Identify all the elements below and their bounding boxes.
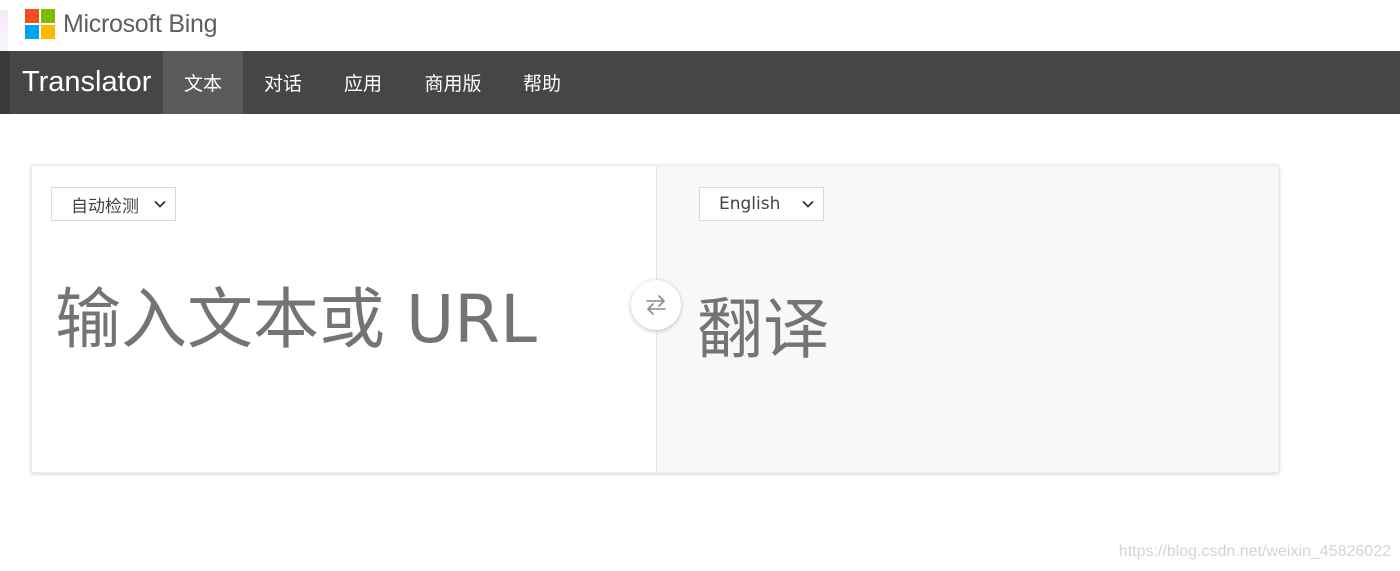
nav-tab-help[interactable]: 帮助 bbox=[503, 51, 581, 114]
chevron-down-icon bbox=[154, 200, 166, 208]
watermark: https://blog.csdn.net/weixin_45826022 bbox=[1118, 543, 1391, 560]
source-text-input[interactable]: 输入文本或 URL bbox=[55, 266, 537, 362]
source-pane: 自动检测 输入文本或 URL bbox=[32, 166, 656, 472]
source-language-label: 自动检测 bbox=[71, 196, 139, 217]
logo-square-red bbox=[25, 9, 39, 23]
source-language-select[interactable]: 自动检测 bbox=[51, 187, 176, 221]
target-pane: English 翻译 bbox=[656, 166, 1278, 472]
brand-name: Microsoft Bing bbox=[63, 9, 218, 38]
nav-left-strip bbox=[0, 51, 10, 114]
nav-tab-text[interactable]: 文本 bbox=[163, 51, 243, 114]
swap-languages-button[interactable] bbox=[631, 280, 681, 330]
top-header: Microsoft Bing bbox=[0, 0, 1400, 51]
target-language-select[interactable]: English bbox=[699, 187, 824, 221]
nav-tab-apps[interactable]: 应用 bbox=[323, 51, 403, 114]
swap-arrows-icon bbox=[646, 295, 666, 315]
logo-square-yellow bbox=[41, 25, 55, 39]
microsoft-logo-icon bbox=[25, 9, 55, 39]
nav-tab-business[interactable]: 商用版 bbox=[403, 51, 503, 114]
logo-square-green bbox=[41, 9, 55, 23]
translator-card: 自动检测 输入文本或 URL English 翻译 bbox=[31, 165, 1279, 473]
product-title[interactable]: Translator bbox=[10, 51, 163, 114]
logo-square-blue bbox=[25, 25, 39, 39]
target-language-label: English bbox=[719, 194, 781, 214]
left-accent-strip bbox=[0, 10, 8, 51]
brand-link[interactable]: Microsoft Bing bbox=[25, 9, 217, 39]
chevron-down-icon bbox=[802, 200, 814, 208]
translation-output: 翻译 bbox=[697, 291, 829, 368]
main-nav: Translator 文本 对话 应用 商用版 帮助 bbox=[0, 51, 1400, 114]
nav-tab-conversation[interactable]: 对话 bbox=[243, 51, 323, 114]
